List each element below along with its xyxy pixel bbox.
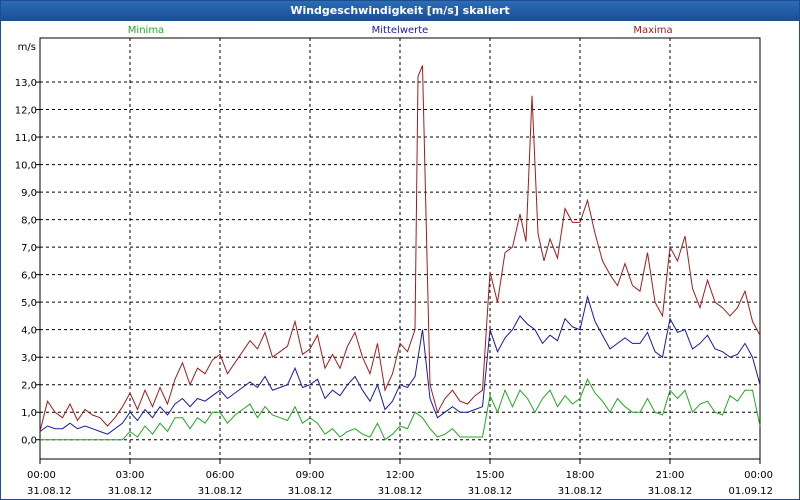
x-tick-date-label: 31.08.12 [108, 486, 153, 497]
series-lines [39, 65, 761, 441]
x-tick-time-label: 03:00 [116, 470, 145, 481]
y-tick-label: 2,0 [21, 381, 37, 392]
y-tick-label: 1,0 [21, 408, 37, 419]
x-tick-date-label: 31.08.12 [648, 486, 693, 497]
x-tick-time-label: 06:00 [206, 470, 235, 481]
y-tick-label: 6,0 [21, 271, 37, 282]
y-tick-label: 13,0 [15, 78, 37, 89]
x-tick-date-label: 31.08.12 [468, 486, 513, 497]
x-tick-time-label: 15:00 [476, 470, 505, 481]
x-tick-date-label: 31.08.12 [288, 486, 333, 497]
x-tick-date-label: 31.08.12 [558, 486, 603, 497]
y-tick-label: 3,0 [21, 353, 37, 364]
y-tick-label: 12,0 [15, 106, 37, 117]
y-tick-label: 8,0 [21, 216, 37, 227]
x-tick-time-label: 00:00 [744, 470, 773, 481]
y-axis-label: m/s [18, 42, 36, 53]
x-tick-time-label: 18:00 [566, 470, 595, 481]
y-tick-label: 11,0 [15, 133, 37, 144]
y-tick-label: 5,0 [21, 298, 37, 309]
wind-speed-chart: m/s Minima Mittelwerte Maxima 0,0 1,0 2,0 3… [15, 25, 773, 497]
x-tick-date-label: 31.08.12 [378, 486, 423, 497]
y-tick-label: 7,0 [21, 243, 37, 254]
x-axis-ticks: 00:00 31.08.12 03:00 31.08.12 06:00 31.08.12 0… [27, 459, 773, 497]
y-tick-label: 10,0 [15, 161, 37, 172]
x-tick-time-label: 00:00 [27, 470, 56, 481]
y-tick-label: 9,0 [21, 188, 37, 199]
legend-mittelwerte: Mittelwerte [372, 25, 429, 36]
x-tick-date-label: 01.09.12 [728, 486, 773, 497]
series-line-mittelwerte [39, 294, 761, 435]
y-tick-label: 4,0 [21, 326, 37, 337]
x-tick-time-label: 21:00 [656, 470, 685, 481]
y-axis-ticks: 0,0 1,0 2,0 3,0 4,0 5,0 6,0 7,0 8,0 9,0 10,0 11,0 12… [15, 78, 40, 447]
x-tick-time-label: 12:00 [386, 470, 415, 481]
x-tick-date-label: 31.08.12 [27, 486, 72, 497]
y-tick-label: 0,0 [21, 436, 37, 447]
x-tick-date-label: 31.08.12 [198, 486, 243, 497]
legend-maxima: Maxima [633, 25, 672, 36]
x-tick-time-label: 09:00 [296, 470, 325, 481]
legend-minima: Minima [128, 25, 164, 36]
